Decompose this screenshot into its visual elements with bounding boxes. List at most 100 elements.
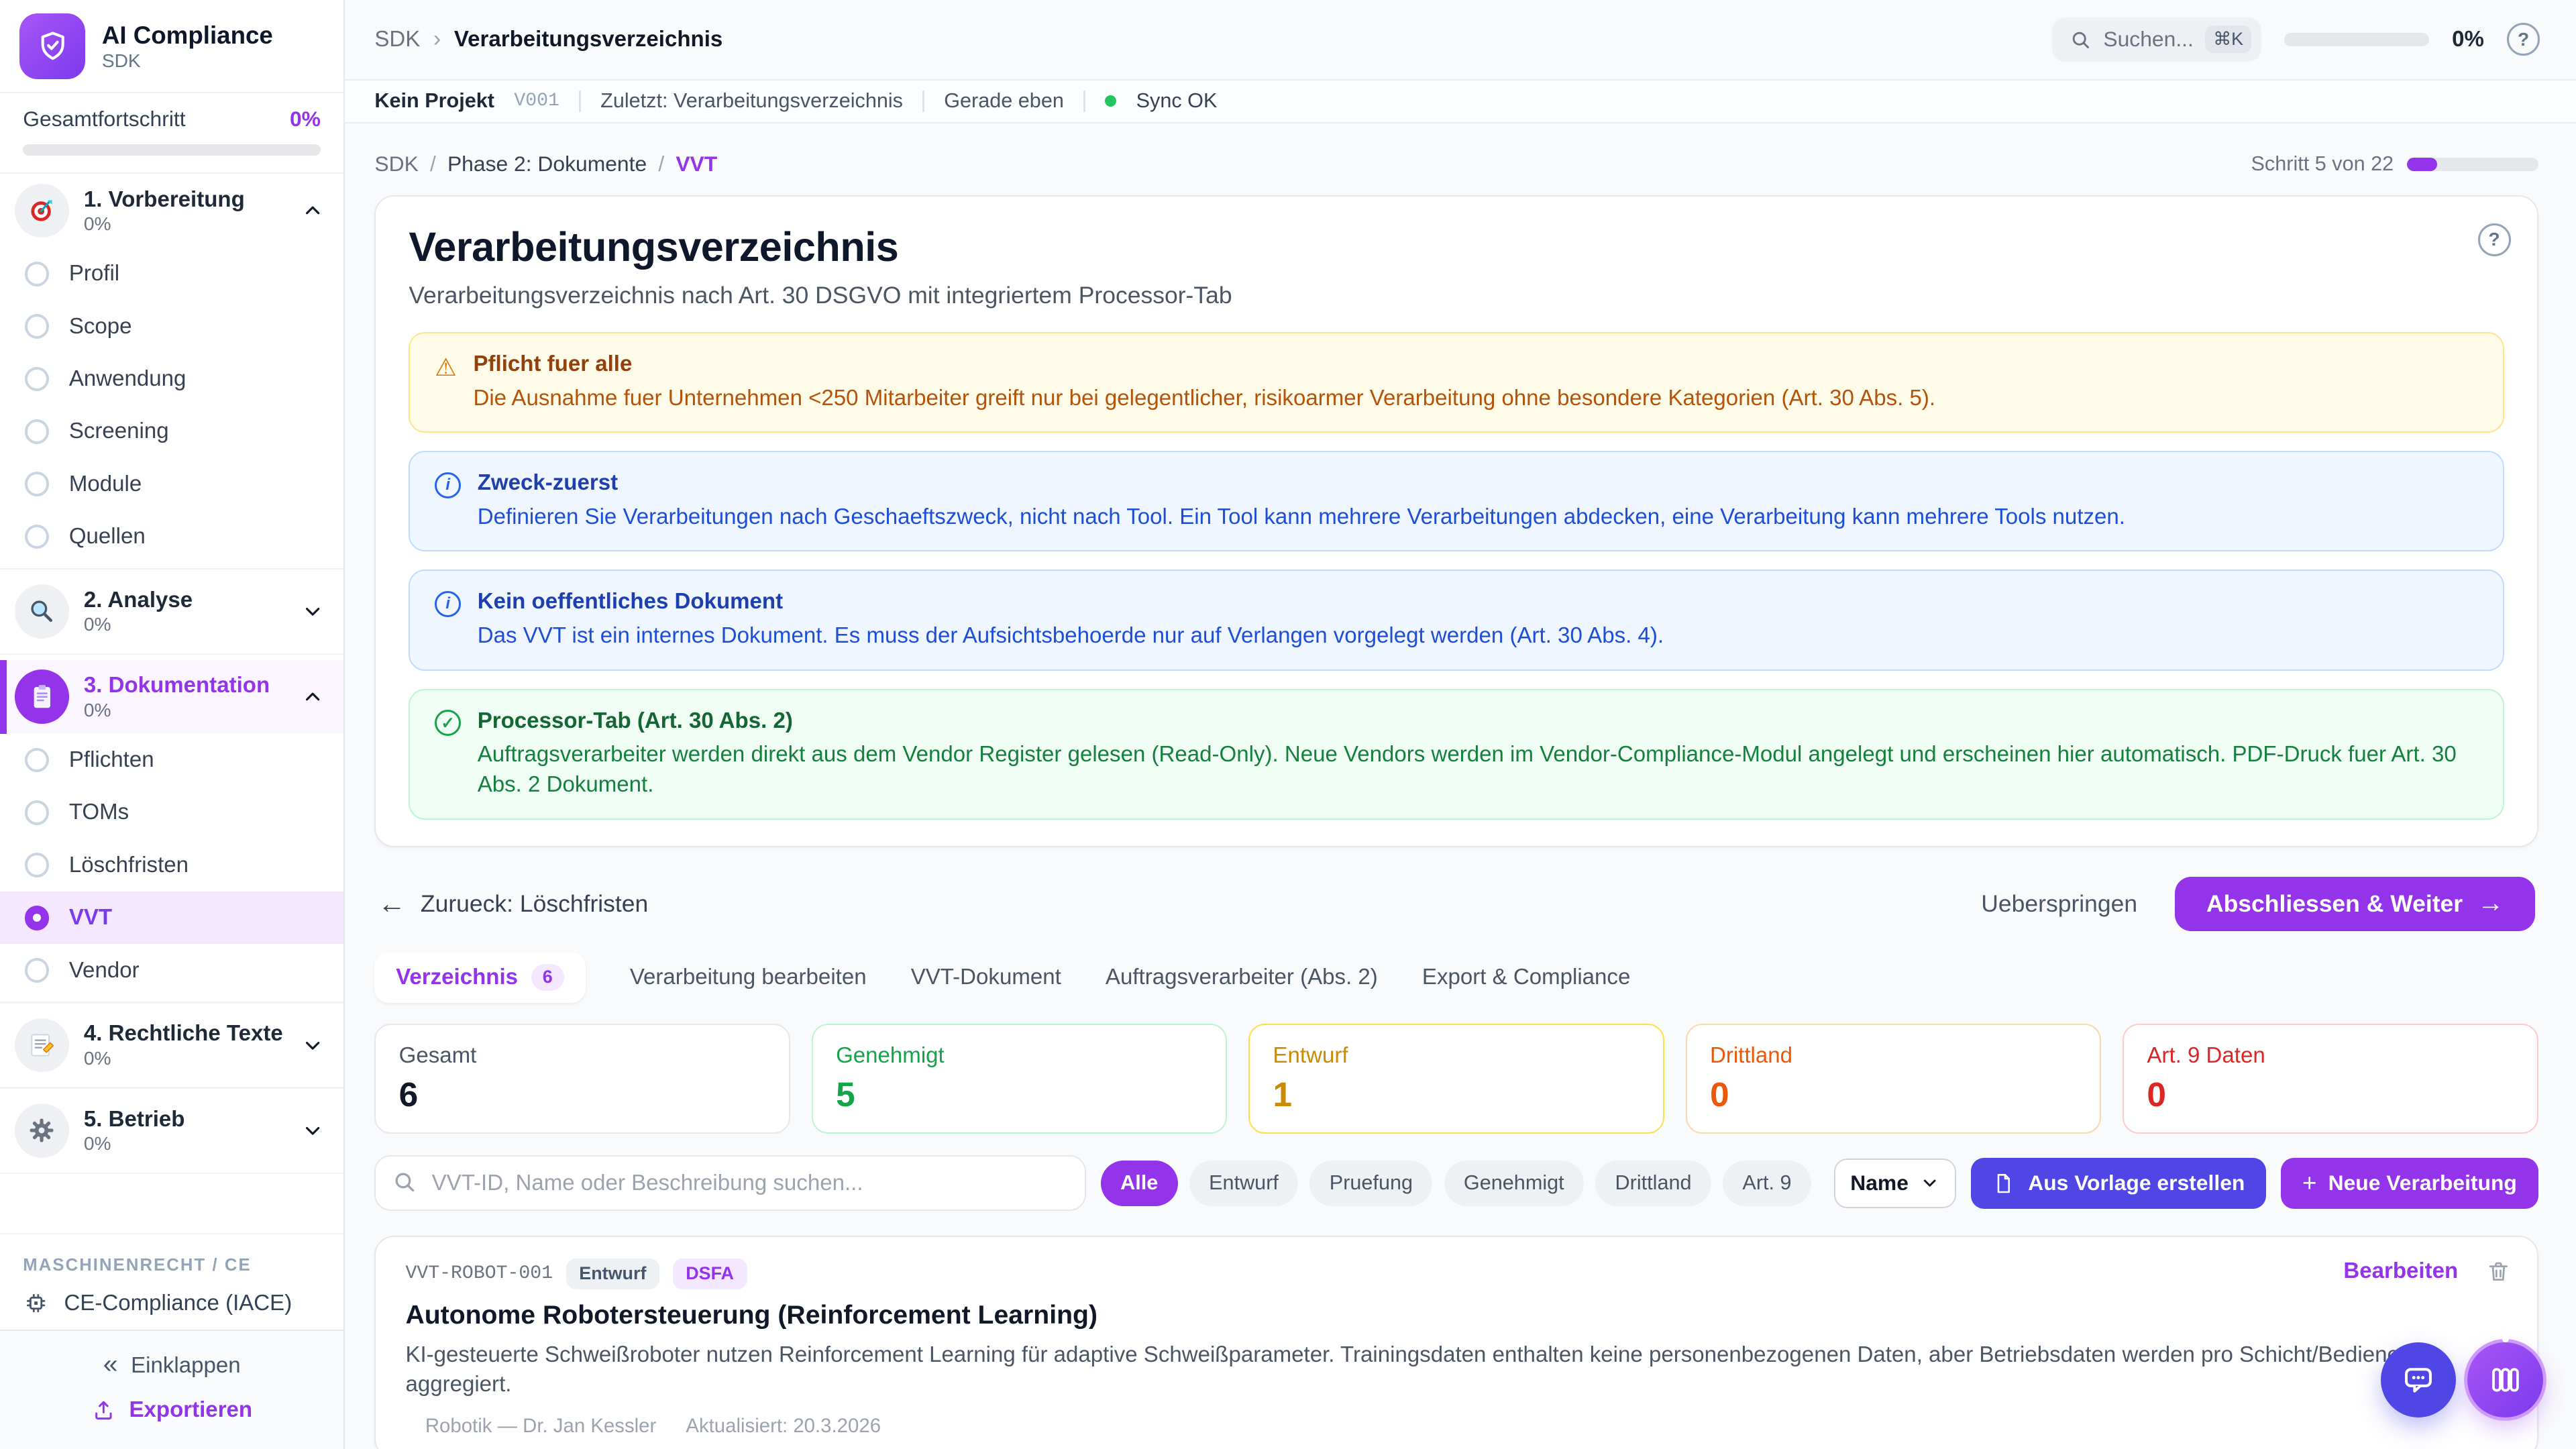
chevron-down-icon xyxy=(301,1034,324,1057)
sidebar-section-5-betrieb[interactable]: 5. Betrieb0% xyxy=(0,1093,343,1167)
breadcrumb-root[interactable]: SDK xyxy=(374,27,420,52)
gear-icon xyxy=(15,1104,69,1158)
sidebar-item-quellen[interactable]: Quellen xyxy=(0,511,343,563)
filter-chip-art-9[interactable]: Art. 9 xyxy=(1723,1161,1811,1207)
sidebar-section-3-dokumentation[interactable]: 3. Dokumentation0% xyxy=(0,660,343,734)
record-list: VVT-ROBOT-001EntwurfDSFAAutonome Roboter… xyxy=(374,1236,2538,1449)
global-search[interactable]: Suchen... ⌘K xyxy=(2052,17,2261,62)
complete-next-button[interactable]: Abschliessen & Weiter → xyxy=(2175,877,2534,931)
record-owner: Robotik — Dr. Jan Kessler xyxy=(425,1415,656,1438)
chevron-up-icon xyxy=(301,199,324,222)
export-button[interactable]: Exportieren xyxy=(16,1388,327,1432)
sync-status-dot xyxy=(1105,95,1116,107)
sidebar-item-label: Quellen xyxy=(69,524,146,549)
card-help-icon[interactable]: ? xyxy=(2478,223,2511,256)
tab-export-compliance[interactable]: Export & Compliance xyxy=(1422,965,1630,990)
intro-card: Verarbeitungsverzeichnis ? Verarbeitungs… xyxy=(374,195,2538,847)
filter-chip-pruefung[interactable]: Pruefung xyxy=(1309,1161,1432,1207)
tab-label: Verarbeitung bearbeiten xyxy=(630,965,867,990)
chevron-down-icon xyxy=(1920,1173,1939,1193)
keyboard-shortcut-badge: ⌘K xyxy=(2205,25,2251,53)
stat-label: Drittland xyxy=(1710,1043,2077,1069)
last-saved-time: Gerade eben xyxy=(944,89,1064,113)
sidebar-item-scope[interactable]: Scope xyxy=(0,300,343,352)
edit-record-button[interactable]: Bearbeiten xyxy=(2343,1258,2458,1284)
stat-value: 0 xyxy=(2147,1074,2514,1114)
filter-chip-entwurf[interactable]: Entwurf xyxy=(1189,1161,1299,1207)
sidebar-item-label: Löschfristen xyxy=(69,853,189,878)
main-area: SDK › Verarbeitungsverzeichnis Suchen...… xyxy=(345,0,2576,1449)
new-record-button[interactable]: + Neue Verarbeitung xyxy=(2281,1158,2538,1209)
help-icon[interactable]: ? xyxy=(2507,23,2540,56)
sidebar-section-1-vorbereitung[interactable]: 1. Vorbereitung0% xyxy=(0,174,343,248)
tab-verarbeitung-bearbeiten[interactable]: Verarbeitung bearbeiten xyxy=(630,965,867,990)
back-button[interactable]: ← Zurueck: Löschfristen xyxy=(378,888,648,920)
divider xyxy=(0,1233,343,1234)
app-logo-row: AI Compliance SDK xyxy=(0,0,343,92)
check-circle-icon: ✓ xyxy=(435,710,461,736)
sidebar-section-2-analyse[interactable]: 2. Analyse0% xyxy=(0,574,343,648)
filter-chip-alle[interactable]: Alle xyxy=(1101,1161,1178,1207)
sort-select[interactable]: Name xyxy=(1834,1159,1955,1208)
sidebar-item-pflichten[interactable]: Pflichten xyxy=(0,734,343,786)
record-search-input[interactable] xyxy=(374,1155,1085,1211)
chat-assistant-button[interactable] xyxy=(2381,1342,2457,1418)
stat-card-gesamt: Gesamt6 xyxy=(374,1024,790,1134)
skip-button[interactable]: Ueberspringen xyxy=(1981,890,2137,918)
sidebar-item-screening[interactable]: Screening xyxy=(0,405,343,458)
sidebar-item-profil[interactable]: Profil xyxy=(0,248,343,300)
sidebar-item-vvt[interactable]: VVT xyxy=(0,892,343,944)
alert-text: Die Ausnahme fuer Unternehmen <250 Mitar… xyxy=(473,384,1935,414)
record-dsfa-badge: DSFA xyxy=(673,1258,747,1289)
sidebar-section-percent: 0% xyxy=(84,1048,301,1069)
delete-record-icon[interactable] xyxy=(2486,1259,2511,1284)
tab-label: Auftragsverarbeiter (Abs. 2) xyxy=(1106,965,1378,990)
divider xyxy=(0,568,343,570)
header-progress-track xyxy=(2284,33,2429,46)
shield-check-icon xyxy=(19,13,85,79)
sidebar-item-vendor[interactable]: Vendor xyxy=(0,944,343,996)
sidebar-item-label: TOMs xyxy=(69,800,129,825)
stat-value: 5 xyxy=(836,1074,1203,1114)
alert-info: iKein oeffentliches DokumentDas VVT ist … xyxy=(409,570,2504,670)
alert-info: iZweck-zuerstDefinieren Sie Verarbeitung… xyxy=(409,451,2504,551)
sidebar-item-module[interactable]: Module xyxy=(0,458,343,511)
stat-label: Genehmigt xyxy=(836,1043,1203,1069)
phase-crumb-current: VVT xyxy=(676,152,717,176)
memo-icon xyxy=(15,1018,69,1073)
topbar: SDK › Verarbeitungsverzeichnis Suchen...… xyxy=(345,0,2576,79)
collapse-label: Einklappen xyxy=(131,1353,241,1379)
radio-icon xyxy=(25,958,50,983)
stat-card-art-9-daten: Art. 9 Daten0 xyxy=(2123,1024,2538,1134)
phase-crumb-root[interactable]: SDK xyxy=(374,152,418,176)
slash-separator: / xyxy=(658,152,664,176)
clipboard-icon xyxy=(15,669,69,724)
filter-chips: AlleEntwurfPruefung GenehmigtDrittland Art… xyxy=(1101,1161,1811,1207)
sidebar-nav: 1. Vorbereitung0%ProfilScopeAnwendungScr… xyxy=(0,174,343,1228)
filter-chip-genehmigt[interactable]: Genehmigt xyxy=(1444,1161,1584,1207)
sidebar-section-4-rechtliche-texte[interactable]: 4. Rechtliche Texte0% xyxy=(0,1008,343,1082)
tab-verzeichnis[interactable]: Verzeichnis6 xyxy=(374,952,585,1002)
collapse-sidebar-button[interactable]: « Einklappen xyxy=(16,1344,327,1388)
sidebar-item-toms[interactable]: TOMs xyxy=(0,786,343,839)
sidebar: AI Compliance SDK Gesamtfortschritt 0% 1… xyxy=(0,0,345,1449)
tab-auftragsverarbeiter-abs-2[interactable]: Auftragsverarbeiter (Abs. 2) xyxy=(1106,965,1378,990)
record-id: VVT-ROBOT-001 xyxy=(405,1263,553,1284)
alert-list: ⚠Pflicht fuer alleDie Ausnahme fuer Unte… xyxy=(409,332,2504,820)
stat-card-entwurf: Entwurf1 xyxy=(1248,1024,1664,1134)
sidebar-item-ce-compliance[interactable]: CE-Compliance (IACE) xyxy=(0,1282,343,1330)
step-progress-fill xyxy=(2407,158,2437,171)
filter-chip-drittland[interactable]: Drittland xyxy=(1595,1161,1711,1207)
filter-bar: AlleEntwurfPruefung GenehmigtDrittland Art… xyxy=(374,1155,2538,1211)
sidebar-item-löschfristen[interactable]: Löschfristen xyxy=(0,839,343,892)
board-view-button[interactable] xyxy=(2467,1342,2543,1418)
list-item[interactable]: VVT-ROBOT-001EntwurfDSFAAutonome Roboter… xyxy=(374,1236,2538,1449)
tab-vvt-dokument[interactable]: VVT-Dokument xyxy=(911,965,1061,990)
sidebar-section-label: 2. Analyse xyxy=(84,588,301,612)
sidebar-item-anwendung[interactable]: Anwendung xyxy=(0,353,343,405)
divider xyxy=(922,91,924,112)
phase-crumb-phase[interactable]: Phase 2: Dokumente xyxy=(447,152,647,176)
divider xyxy=(0,1087,343,1088)
app-subtitle: SDK xyxy=(102,50,273,72)
create-from-template-button[interactable]: Aus Vorlage erstellen xyxy=(1971,1158,2267,1209)
